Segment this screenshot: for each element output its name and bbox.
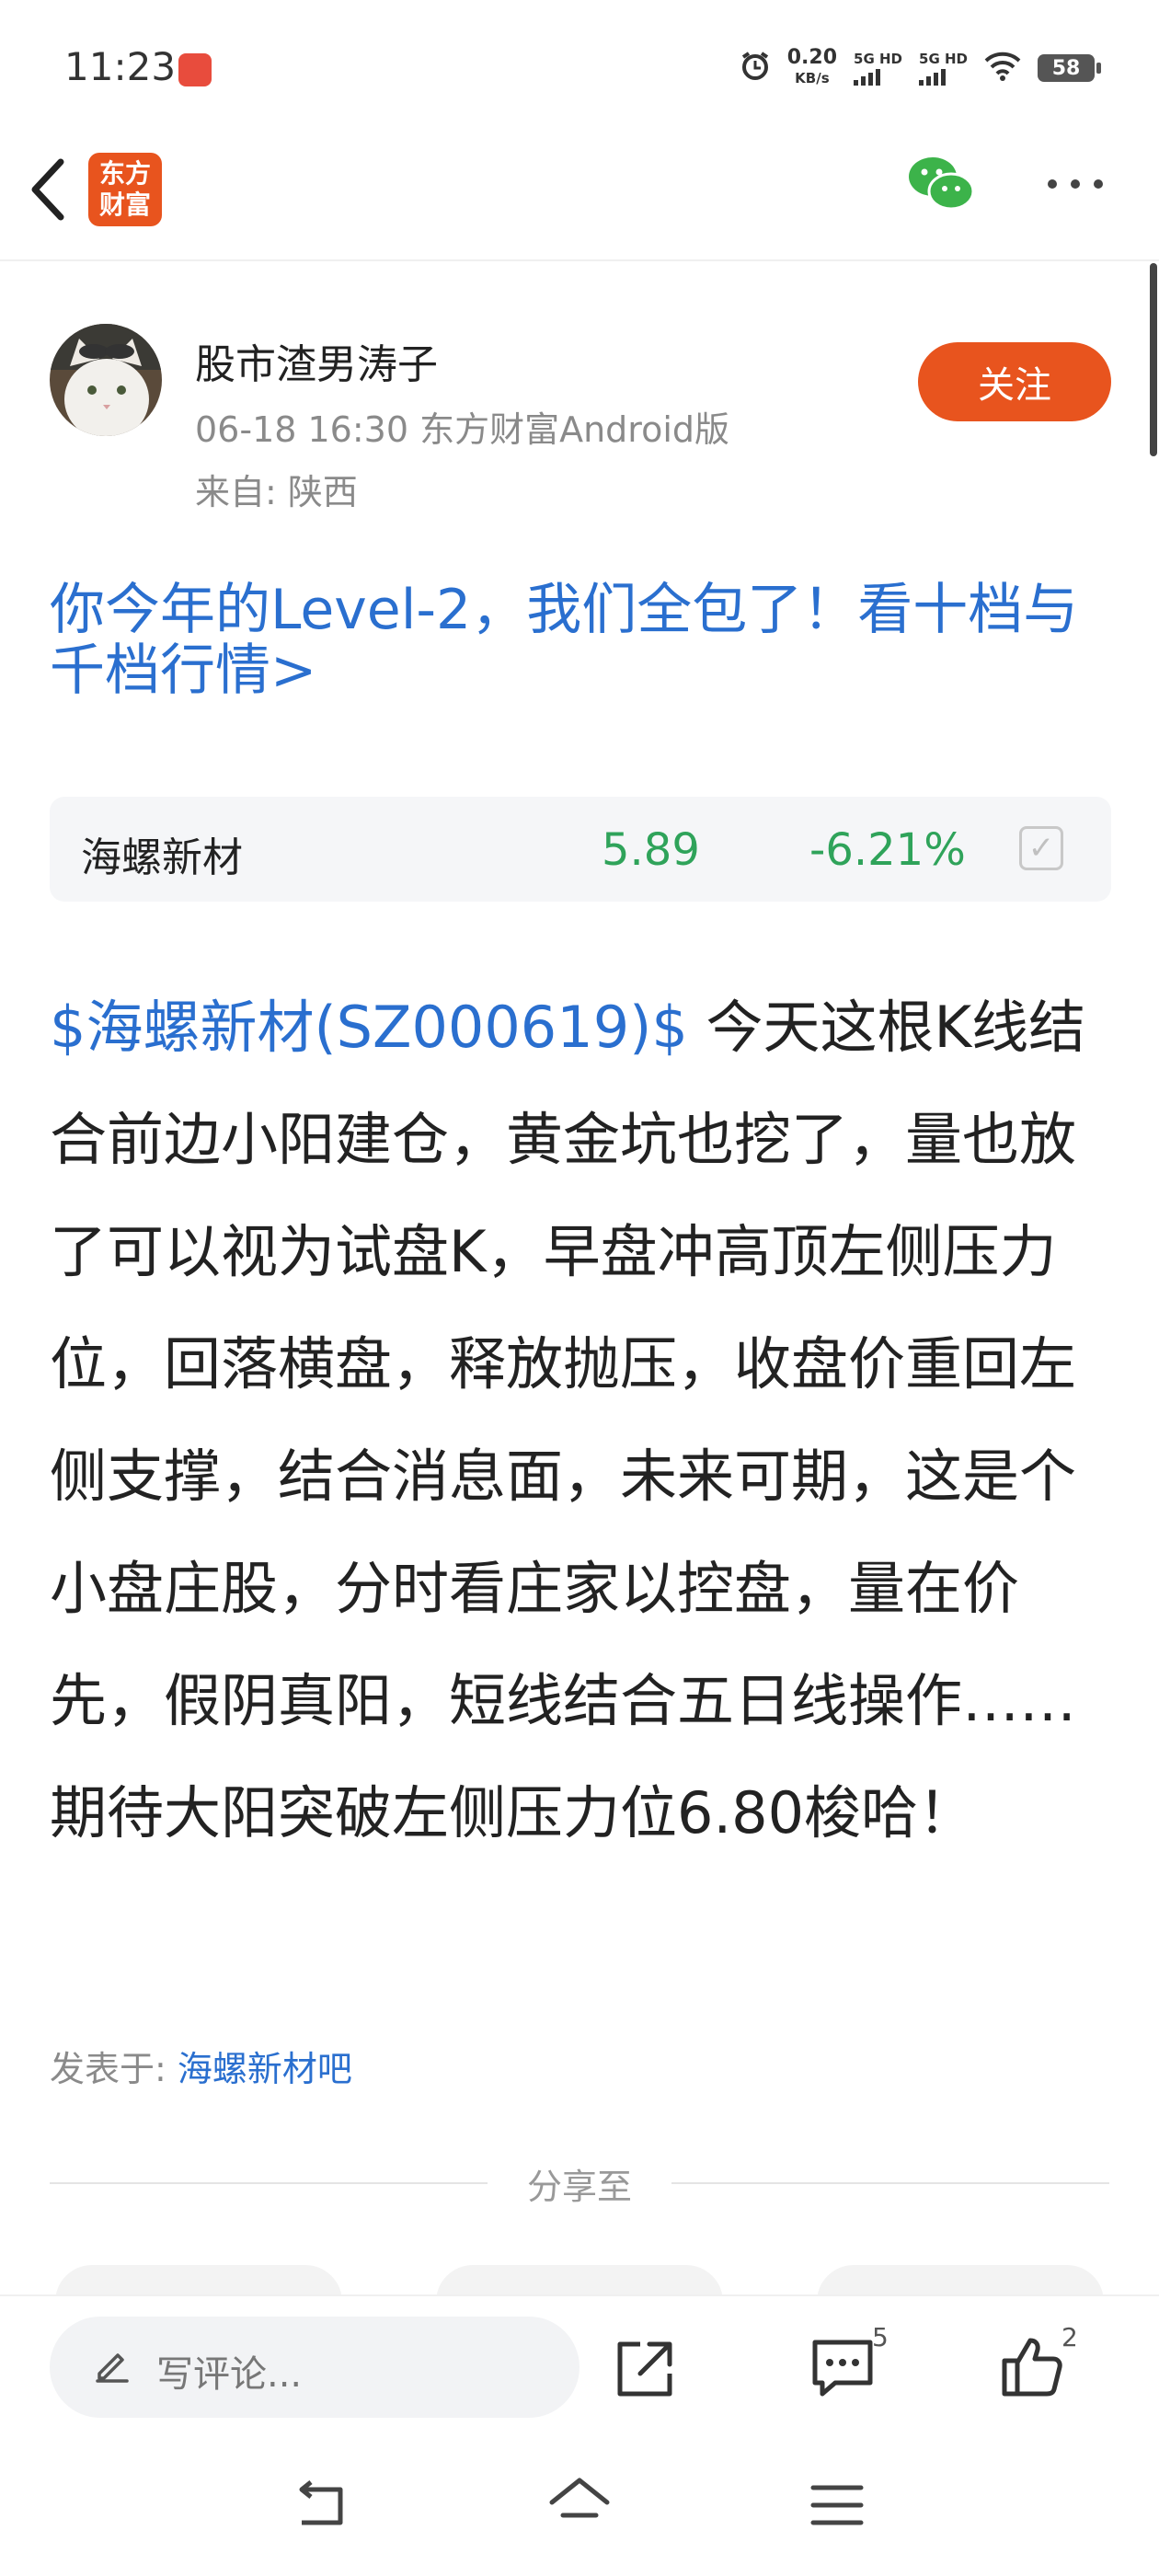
stock-change: -6.21% xyxy=(809,824,966,876)
post-content: $海螺新材(SZ000619)$ 今天这根K线结合前边小阳建仓，黄金坑也挖了，量… xyxy=(50,972,1117,1869)
signal-1-label: 5G HD xyxy=(854,51,903,67)
add-watchlist-checkbox-icon[interactable]: ✓ xyxy=(1019,826,1063,870)
wechat-icon xyxy=(909,157,975,211)
post-location: 来自: 陕西 xyxy=(195,472,358,512)
wechat-share-button[interactable] xyxy=(907,155,975,217)
comment-count: 5 xyxy=(872,2322,889,2352)
like-button[interactable] xyxy=(999,2333,1065,2403)
notification-app-icon xyxy=(178,53,212,86)
like-count: 2 xyxy=(1061,2322,1078,2352)
posted-in-label: 发表于: xyxy=(50,2049,178,2089)
home-icon xyxy=(549,2478,610,2518)
avatar[interactable] xyxy=(50,324,162,436)
logo-line1: 东方 xyxy=(98,158,151,189)
comments-button[interactable] xyxy=(809,2335,876,2405)
battery-icon: 58 xyxy=(1038,54,1101,82)
stock-price: 5.89 xyxy=(602,824,700,876)
nav-back-button[interactable] xyxy=(293,2480,353,2536)
pencil-icon xyxy=(92,2344,132,2388)
status-time: 11:23 xyxy=(64,44,177,89)
level2-promo-link[interactable]: 你今年的Level-2，我们全包了！看十档与千档行情> xyxy=(50,580,1117,701)
status-icons: 0.20 KB/s 5G HD 5G HD 58 xyxy=(740,48,1101,88)
share-divider-right xyxy=(671,2182,1109,2184)
follow-button[interactable]: 关注 xyxy=(918,342,1111,421)
share-button[interactable] xyxy=(613,2337,677,2405)
chevron-left-icon xyxy=(31,158,64,221)
signal-2-label: 5G HD xyxy=(919,51,968,67)
stock-quote-card[interactable]: 海螺新材 5.89 -6.21% ✓ xyxy=(50,797,1111,902)
cat-avatar-image xyxy=(50,324,162,436)
forum-link[interactable]: 海螺新材吧 xyxy=(178,2049,352,2089)
nav-menu-button[interactable] xyxy=(809,2482,865,2532)
post-meta: 06-18 16:30 东方财富Android版 xyxy=(195,409,730,450)
thumbs-up-icon xyxy=(1002,2338,1062,2397)
battery-level: 58 xyxy=(1051,56,1081,80)
share-divider-left xyxy=(50,2182,488,2184)
signal-bars-icon xyxy=(854,69,881,86)
back-button[interactable] xyxy=(26,156,70,226)
app-logo: 东方 财富 xyxy=(88,153,162,226)
author-name[interactable]: 股市渣男涛子 xyxy=(195,331,438,390)
menu-icon xyxy=(810,2485,864,2525)
share-label: 分享至 xyxy=(526,2167,632,2207)
net-speed-value: 0.20 xyxy=(786,46,838,69)
comment-placeholder: 写评论... xyxy=(156,2353,303,2396)
post-text: 今天这根K线结合前边小阳建仓，黄金坑也挖了，量也放了可以视为试盘K，早盘冲高顶左… xyxy=(50,994,1086,1846)
wifi-icon xyxy=(984,52,1021,86)
nav-home-button[interactable] xyxy=(546,2475,613,2537)
signal-2: 5G HD xyxy=(919,51,968,86)
stock-tag-link[interactable]: $海螺新材(SZ000619)$ xyxy=(50,994,688,1061)
alarm-icon xyxy=(740,51,771,86)
scrollbar[interactable] xyxy=(1150,263,1157,456)
comment-icon xyxy=(812,2340,873,2397)
share-icon xyxy=(617,2341,672,2397)
posted-in: 发表于: 海螺新材吧 xyxy=(50,2041,352,2091)
more-options-button[interactable] xyxy=(1045,175,1106,197)
signal-bars-icon xyxy=(919,69,947,86)
more-icon xyxy=(1048,179,1103,189)
header-divider xyxy=(0,259,1159,261)
stock-name: 海螺新材 xyxy=(81,834,243,881)
net-speed: 0.20 KB/s xyxy=(787,48,837,88)
nav-back-icon xyxy=(299,2480,343,2525)
logo-line2: 财富 xyxy=(98,190,151,220)
net-speed-unit: KB/s xyxy=(795,70,830,86)
signal-1: 5G HD xyxy=(854,51,902,86)
